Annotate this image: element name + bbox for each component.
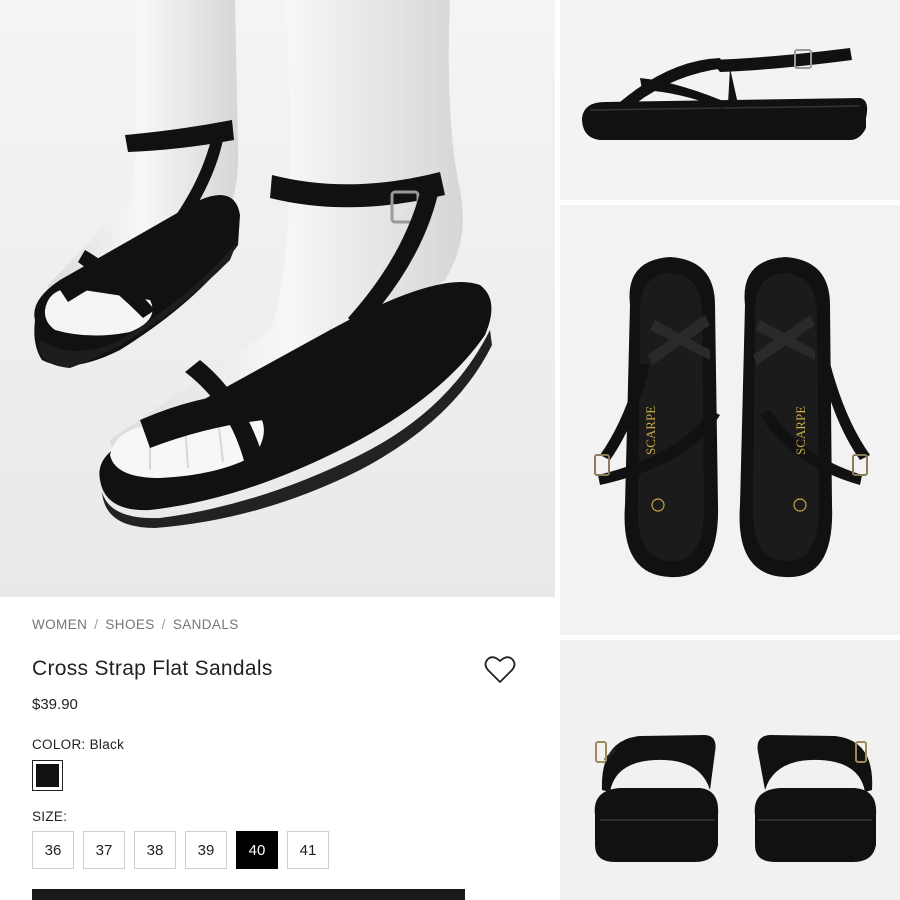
- breadcrumb: WOMEN / SHOES / SANDALS: [32, 617, 239, 632]
- add-to-bag-button[interactable]: [32, 889, 465, 900]
- breadcrumb-sandals[interactable]: SANDALS: [173, 617, 239, 632]
- size-option-36[interactable]: 36: [32, 831, 74, 869]
- product-price: $39.90: [32, 696, 78, 713]
- size-option-37[interactable]: 37: [83, 831, 125, 869]
- breadcrumb-separator: /: [161, 617, 166, 632]
- heart-icon: [484, 656, 516, 683]
- color-value: Black: [89, 737, 125, 752]
- size-option-41[interactable]: 41: [287, 831, 329, 869]
- thumbnail-top-view[interactable]: SCARPE SCARPE: [560, 205, 900, 635]
- breadcrumb-separator: /: [94, 617, 99, 632]
- product-title: Cross Strap Flat Sandals: [32, 657, 273, 680]
- color-label: COLOR: Black: [32, 737, 124, 752]
- size-option-40[interactable]: 40: [236, 831, 278, 869]
- size-option-38[interactable]: 38: [134, 831, 176, 869]
- product-info-panel: WOMEN / SHOES / SANDALS Cross Strap Flat San…: [0, 597, 555, 900]
- thumbnail-back-view[interactable]: [560, 640, 900, 900]
- insole-brand-left: SCARPE: [643, 406, 658, 455]
- color-swatch-fill: [36, 764, 59, 787]
- color-swatch-black[interactable]: [32, 760, 63, 791]
- wishlist-button[interactable]: [484, 655, 516, 685]
- size-label: SIZE:: [32, 809, 68, 824]
- insole-brand-right: SCARPE: [793, 406, 808, 455]
- color-label-text: COLOR:: [32, 737, 86, 752]
- breadcrumb-shoes[interactable]: SHOES: [105, 617, 154, 632]
- thumbnail-side-view[interactable]: [560, 0, 900, 200]
- breadcrumb-women[interactable]: WOMEN: [32, 617, 87, 632]
- main-product-image[interactable]: [0, 0, 555, 597]
- size-selector: 36 37 38 39 40 41: [32, 831, 329, 869]
- size-option-39[interactable]: 39: [185, 831, 227, 869]
